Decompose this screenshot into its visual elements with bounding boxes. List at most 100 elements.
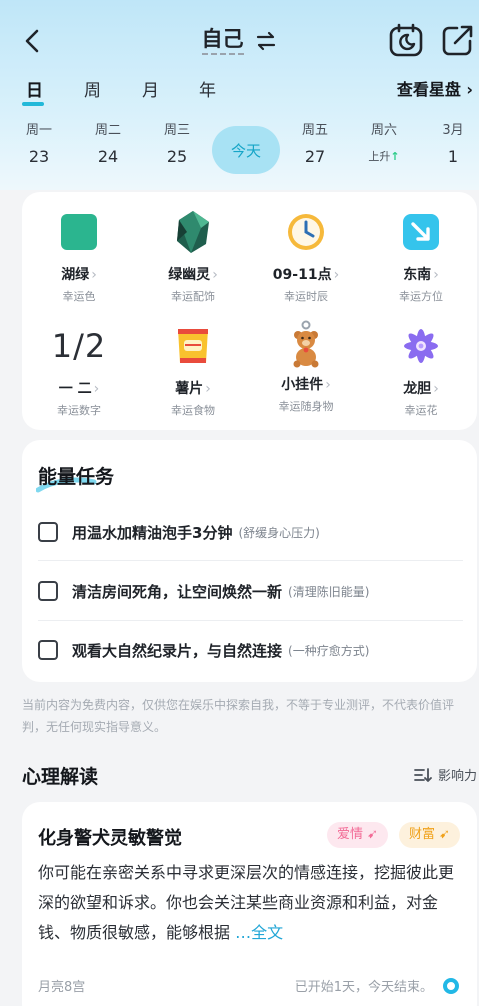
divider <box>38 560 463 561</box>
today-pill[interactable]: 今天 <box>212 126 280 174</box>
day-weekday: 周一 <box>25 123 52 138</box>
task-text: 清洁房间死角，让空间焕然一新 <box>72 582 283 601</box>
status-dot-icon <box>443 978 459 994</box>
lucky-value: 小挂件 <box>281 377 324 393</box>
tab-day[interactable]: 日 <box>26 76 43 101</box>
lucky-label: 幸运随身物 <box>278 400 334 413</box>
lucky-value: 09-11点 <box>272 267 332 283</box>
lucky-value: 东南 <box>403 267 432 283</box>
ascendant-label: 上升 <box>368 150 391 163</box>
disclaimer-text: 当前内容为免费内容，仅供您在娱乐中探索自我，不等于专业测评，不代表价值评判，无任… <box>22 698 455 734</box>
task-item[interactable]: 清洁房间死角，让空间焕然一新 (清理陈旧能量) <box>38 571 463 611</box>
tag-label: 爱情 <box>337 827 364 842</box>
sort-icon <box>414 767 432 782</box>
day-item[interactable]: 周三 25 <box>147 122 207 168</box>
day-date: 23 <box>28 147 50 166</box>
tag-love: 爱情 ➹ <box>327 822 389 848</box>
lucky-time[interactable]: 09-11点 › 幸运时辰 <box>251 210 361 304</box>
psych-section-title: 心理解读 <box>22 766 99 788</box>
lucky-color[interactable]: 湖绿 › 幸运色 <box>24 210 134 304</box>
energy-task-card: 能量任务 用温水加精油泡手3分钟 (舒缓身心压力) 清洁房间死角，让空间焕然一新… <box>22 440 477 682</box>
day-item[interactable]: 周五 27 <box>285 122 345 168</box>
day-weekday: 周六 <box>370 123 397 138</box>
day-date: 1 <box>447 147 459 166</box>
bear-pendant-icon <box>293 320 319 368</box>
sort-influence-button[interactable]: 影响力 <box>414 765 477 784</box>
day-weekday: 周三 <box>163 123 190 138</box>
chevron-right-icon: › <box>212 267 218 283</box>
lucky-label: 幸运花 <box>404 404 438 417</box>
day-weekday: 周五 <box>301 123 328 138</box>
chevron-right-icon: › <box>93 381 100 397</box>
lucky-direction[interactable]: 东南 › 幸运方位 <box>366 210 476 304</box>
day-item[interactable]: 周二 24 <box>78 122 138 168</box>
tag-wealth: 财富 ➹ <box>399 822 461 848</box>
tab-week[interactable]: 周 <box>84 76 101 101</box>
share-icon[interactable] <box>440 22 476 58</box>
task-note: (一种疗愈方式) <box>288 643 370 658</box>
lucky-number-display: 1/2 <box>51 327 107 365</box>
swap-icon <box>256 31 275 50</box>
task-item[interactable]: 观看大自然纪录片，与自然连接 (一种疗愈方式) <box>38 630 463 670</box>
tab-year[interactable]: 年 <box>199 76 216 101</box>
lucky-carry-item[interactable]: 小挂件 › 幸运随身物 <box>251 320 361 414</box>
chevron-right-icon: › <box>466 80 473 99</box>
clock-icon <box>288 214 324 250</box>
chevron-right-icon: › <box>433 381 439 397</box>
tag-label: 财富 <box>409 827 436 842</box>
trend-arrow-icon: ➹ <box>367 827 379 842</box>
page-title: 自己 <box>201 26 244 55</box>
crystal-icon <box>177 211 209 253</box>
period-tabs: 日 周 月 年 查看星盘 › <box>0 76 479 106</box>
lucky-label: 幸运配饰 <box>171 290 215 303</box>
task-text: 用温水加精油泡手3分钟 <box>72 523 233 542</box>
lucky-value: 绿幽灵 <box>168 267 211 283</box>
chevron-right-icon: › <box>325 377 331 393</box>
lucky-label: 幸运方位 <box>399 290 443 303</box>
reading-body: 你可能在亲密关系中寻求更深层次的情感连接，挖掘彼此更深的欲望和诉求。你也会关注某… <box>38 858 468 948</box>
day-item[interactable]: 周一 23 <box>9 122 69 168</box>
top-bar: 自己 <box>0 18 479 64</box>
task-text: 观看大自然纪录片，与自然连接 <box>72 641 283 660</box>
duration-label: 已开始1天，今天结束。 <box>294 980 433 995</box>
flower-icon <box>404 329 438 363</box>
view-chart-label: 查看星盘 <box>396 80 461 99</box>
day-selector: 周一 23 周二 24 周三 25 今天 周五 27 周六 上升↑ 3月 1 <box>0 122 479 178</box>
task-checkbox[interactable] <box>38 581 58 601</box>
calendar-moon-icon[interactable] <box>388 22 424 58</box>
task-checkbox[interactable] <box>38 522 58 542</box>
lucky-value: 湖绿 <box>61 267 90 283</box>
day-item[interactable]: 周六 上升↑ <box>354 122 414 164</box>
task-note: (舒缓身心压力) <box>238 525 320 540</box>
tab-month[interactable]: 月 <box>142 76 159 101</box>
chevron-right-icon: › <box>433 267 439 283</box>
moon-house-label: 月亮8宫 <box>38 980 86 995</box>
arrow-up-icon: ↑ <box>390 150 400 163</box>
day-date: 25 <box>166 147 188 166</box>
reading-title: 化身警犬灵敏警觉 <box>38 828 182 849</box>
reading-footer: 月亮8宫 已开始1天，今天结束。 <box>38 976 463 998</box>
read-more-link[interactable]: …全文 <box>235 923 283 942</box>
active-tab-indicator <box>22 102 44 106</box>
lucky-label: 幸运色 <box>62 290 96 303</box>
lucky-food[interactable]: 薯片 › 幸运食物 <box>138 324 248 418</box>
psych-reading-card[interactable]: 化身警犬灵敏警觉 爱情 ➹ 财富 ➹ 你可能在亲密关系中寻求更深层次的情感连接，… <box>22 802 477 1006</box>
lucky-label: 幸运食物 <box>171 404 215 417</box>
lucky-flower[interactable]: 龙胆 › 幸运花 <box>366 324 476 418</box>
energy-task-title: 能量任务 <box>38 466 115 488</box>
lucky-value: 薯片 <box>175 381 204 397</box>
view-chart-link[interactable]: 查看星盘 › <box>397 76 473 100</box>
ascendant-badge: 上升↑ <box>354 148 414 164</box>
chips-icon <box>178 329 208 363</box>
task-note: (清理陈旧能量) <box>288 584 370 599</box>
task-checkbox[interactable] <box>38 640 58 660</box>
chevron-right-icon: › <box>91 267 97 283</box>
day-item[interactable]: 3月 1 <box>423 122 479 168</box>
lucky-number[interactable]: 1/2 一 二 › 幸运数字 <box>24 324 134 418</box>
task-item[interactable]: 用温水加精油泡手3分钟 (舒缓身心压力) <box>38 512 463 552</box>
trend-arrow-icon: ➹ <box>439 827 451 842</box>
direction-arrow-icon <box>403 214 439 250</box>
lucky-card: 湖绿 › 幸运色 绿幽灵 › 幸运配饰 09-11点 › 幸运时辰 东南 › 幸运方位 … <box>22 192 477 430</box>
lucky-accessory[interactable]: 绿幽灵 › 幸运配饰 <box>138 210 248 304</box>
lucky-value: 龙胆 <box>403 381 432 397</box>
